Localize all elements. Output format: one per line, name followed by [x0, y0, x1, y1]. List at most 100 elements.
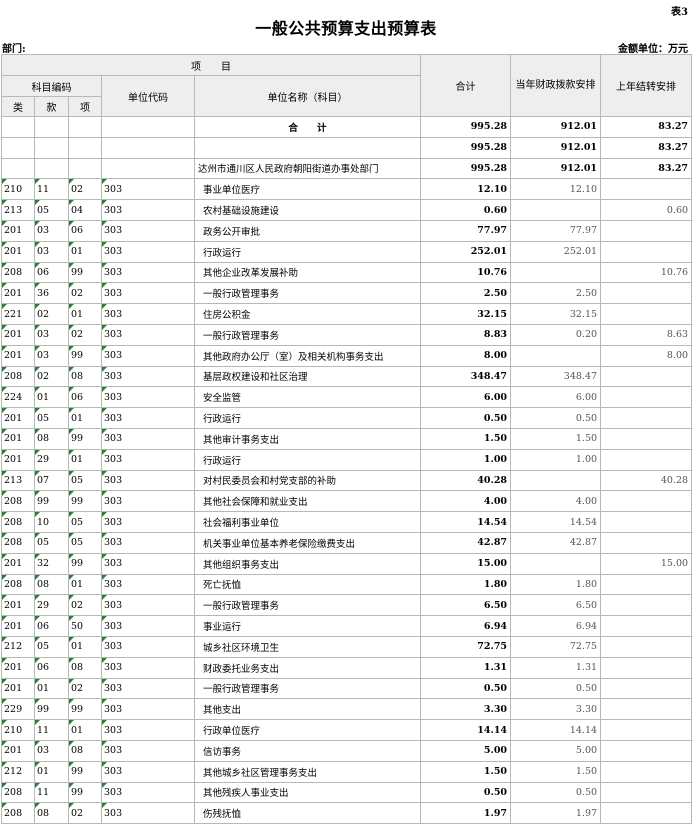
table-row: 201 06 08 303 财政委托业务支出 1.31 1.31: [1, 656, 692, 679]
prior-year-cell: [600, 635, 692, 658]
subject-kuan-cell: 03: [34, 739, 69, 762]
subject-lei-cell: 201: [1, 552, 35, 575]
total-cell: 0.50: [420, 781, 512, 804]
header-unit-code: 单位代码: [101, 75, 195, 117]
unit-code-cell: 303: [101, 219, 195, 242]
currency-unit-label: 金额单位：万元: [618, 44, 688, 55]
subject-xiang-cell: 05: [68, 531, 102, 554]
subject-xiang-cell: 04: [68, 199, 102, 221]
subject-kuan-cell: 10: [34, 511, 69, 533]
subject-kuan-cell: 05: [34, 199, 69, 221]
subject-name-cell: 其他审计事务支出: [193, 427, 422, 450]
table-row: 229 99 99 303 其他支出 3.30 3.30: [1, 698, 692, 721]
subject-name-cell: 事业运行: [193, 615, 422, 637]
subject-xiang-cell: 99: [68, 261, 102, 284]
table-row: 208 02 08 303 基层政权建设和社区治理 348.47 348.47: [1, 365, 692, 388]
current-year-cell: 1.50: [510, 760, 602, 783]
total-cell: 4.00: [420, 490, 512, 513]
subject-kuan-cell: 02: [34, 303, 69, 325]
subject-lei-cell: 208: [1, 531, 35, 554]
subject-lei-cell: 208: [1, 511, 35, 533]
prior-year-cell: [600, 282, 692, 305]
subject-xiang-cell: 02: [68, 178, 102, 201]
subject-lei-cell: 201: [1, 427, 35, 450]
subject-kuan-cell: 06: [34, 656, 69, 679]
summary-prior: 83.27: [600, 116, 692, 138]
table-row: 201 03 01 303 行政运行 252.01 252.01: [1, 240, 692, 263]
subject-name-cell: 一般行政管理事务: [193, 594, 422, 617]
subject-xiang-cell: 08: [68, 656, 102, 679]
subject-lei-cell: 201: [1, 739, 35, 762]
subject-kuan-cell: 03: [34, 323, 69, 346]
subtotal-current: 912.01: [510, 136, 602, 159]
table-row: 208 06 99 303 其他企业改革发展补助 10.76 10.76: [1, 261, 692, 284]
unit-name: 达州市通川区人民政府朝阳街道办事处部门: [193, 157, 422, 180]
subject-xiang-cell: 01: [68, 573, 102, 596]
total-cell: 15.00: [420, 552, 512, 575]
current-year-cell: 1.80: [510, 573, 602, 596]
subject-name-cell: 其他城乡社区管理事务支出: [193, 760, 422, 783]
subject-lei-cell: 208: [1, 573, 35, 596]
subject-name-cell: 农村基础设施建设: [193, 199, 422, 221]
table-row: 212 05 01 303 城乡社区环境卫生 72.75 72.75: [1, 635, 692, 658]
subject-name-cell: 事业单位医疗: [193, 178, 422, 201]
total-cell: 1.31: [420, 656, 512, 679]
table-row: 201 03 08 303 信访事务 5.00 5.00: [1, 739, 692, 762]
page-title: 一般公共预算支出预算表: [255, 19, 437, 38]
subject-kuan-cell: 01: [34, 677, 69, 700]
prior-year-cell: [600, 802, 692, 824]
table-row: 221 02 01 303 住房公积金 32.15 32.15: [1, 303, 692, 325]
unit-code-cell: 303: [101, 303, 195, 325]
prior-year-cell: [600, 677, 692, 700]
table-row: 201 03 06 303 政务公开审批 77.97 77.97: [1, 219, 692, 242]
unit-code-cell: 303: [101, 469, 195, 492]
prior-year-cell: [600, 573, 692, 596]
subject-kuan-cell: 11: [34, 719, 69, 741]
current-year-cell: [510, 261, 602, 284]
subject-kuan-cell: 99: [34, 490, 69, 513]
current-year-cell: 3.30: [510, 698, 602, 721]
subject-xiang-cell: 99: [68, 427, 102, 450]
total-cell: 77.97: [420, 219, 512, 242]
total-cell: 6.50: [420, 594, 512, 617]
table-row: 201 36 02 303 一般行政管理事务 2.50 2.50: [1, 282, 692, 305]
subject-xiang-cell: 08: [68, 365, 102, 388]
header-total: 合计: [420, 54, 512, 117]
current-year-cell: 4.00: [510, 490, 602, 513]
subject-name-cell: 伤残抚恤: [193, 802, 422, 824]
current-year-cell: 5.00: [510, 739, 602, 762]
subject-xiang-cell: 99: [68, 698, 102, 721]
current-year-cell: 348.47: [510, 365, 602, 388]
subject-kuan-cell: 01: [34, 386, 69, 409]
current-year-cell: [510, 344, 602, 367]
prior-year-cell: [600, 386, 692, 409]
subject-xiang-cell: 05: [68, 469, 102, 492]
subject-name-cell: 死亡抚恤: [193, 573, 422, 596]
current-year-cell: 72.75: [510, 635, 602, 658]
subject-xiang-cell: 02: [68, 282, 102, 305]
subject-kuan-cell: 03: [34, 219, 69, 242]
subject-name-cell: 安全监管: [193, 386, 422, 409]
subtotal-row: 995.28 912.01 83.27: [1, 136, 692, 159]
unit-code-cell: 303: [101, 407, 195, 429]
unit-total: 995.28: [420, 157, 512, 180]
current-year-cell: 77.97: [510, 219, 602, 242]
unit-code-cell: 303: [101, 448, 195, 471]
header-current-year: 当年财政拨款安排: [510, 54, 602, 117]
current-year-cell: 6.94: [510, 615, 602, 637]
subject-xiang-cell: 99: [68, 490, 102, 513]
subject-lei-cell: 201: [1, 448, 35, 471]
subtotal-prior: 83.27: [600, 136, 692, 159]
total-cell: 1.00: [420, 448, 512, 471]
unit-code-cell: 303: [101, 719, 195, 741]
subject-name-cell: 其他企业改革发展补助: [193, 261, 422, 284]
table-row: 208 11 99 303 其他残疾人事业支出 0.50 0.50: [1, 781, 692, 804]
subject-lei-cell: 212: [1, 760, 35, 783]
subject-lei-cell: 208: [1, 802, 35, 824]
prior-year-cell: [600, 407, 692, 429]
subject-lei-cell: 201: [1, 240, 35, 263]
subject-kuan-cell: 05: [34, 635, 69, 658]
total-cell: 14.54: [420, 511, 512, 533]
subject-lei-cell: 201: [1, 323, 35, 346]
prior-year-cell: [600, 594, 692, 617]
